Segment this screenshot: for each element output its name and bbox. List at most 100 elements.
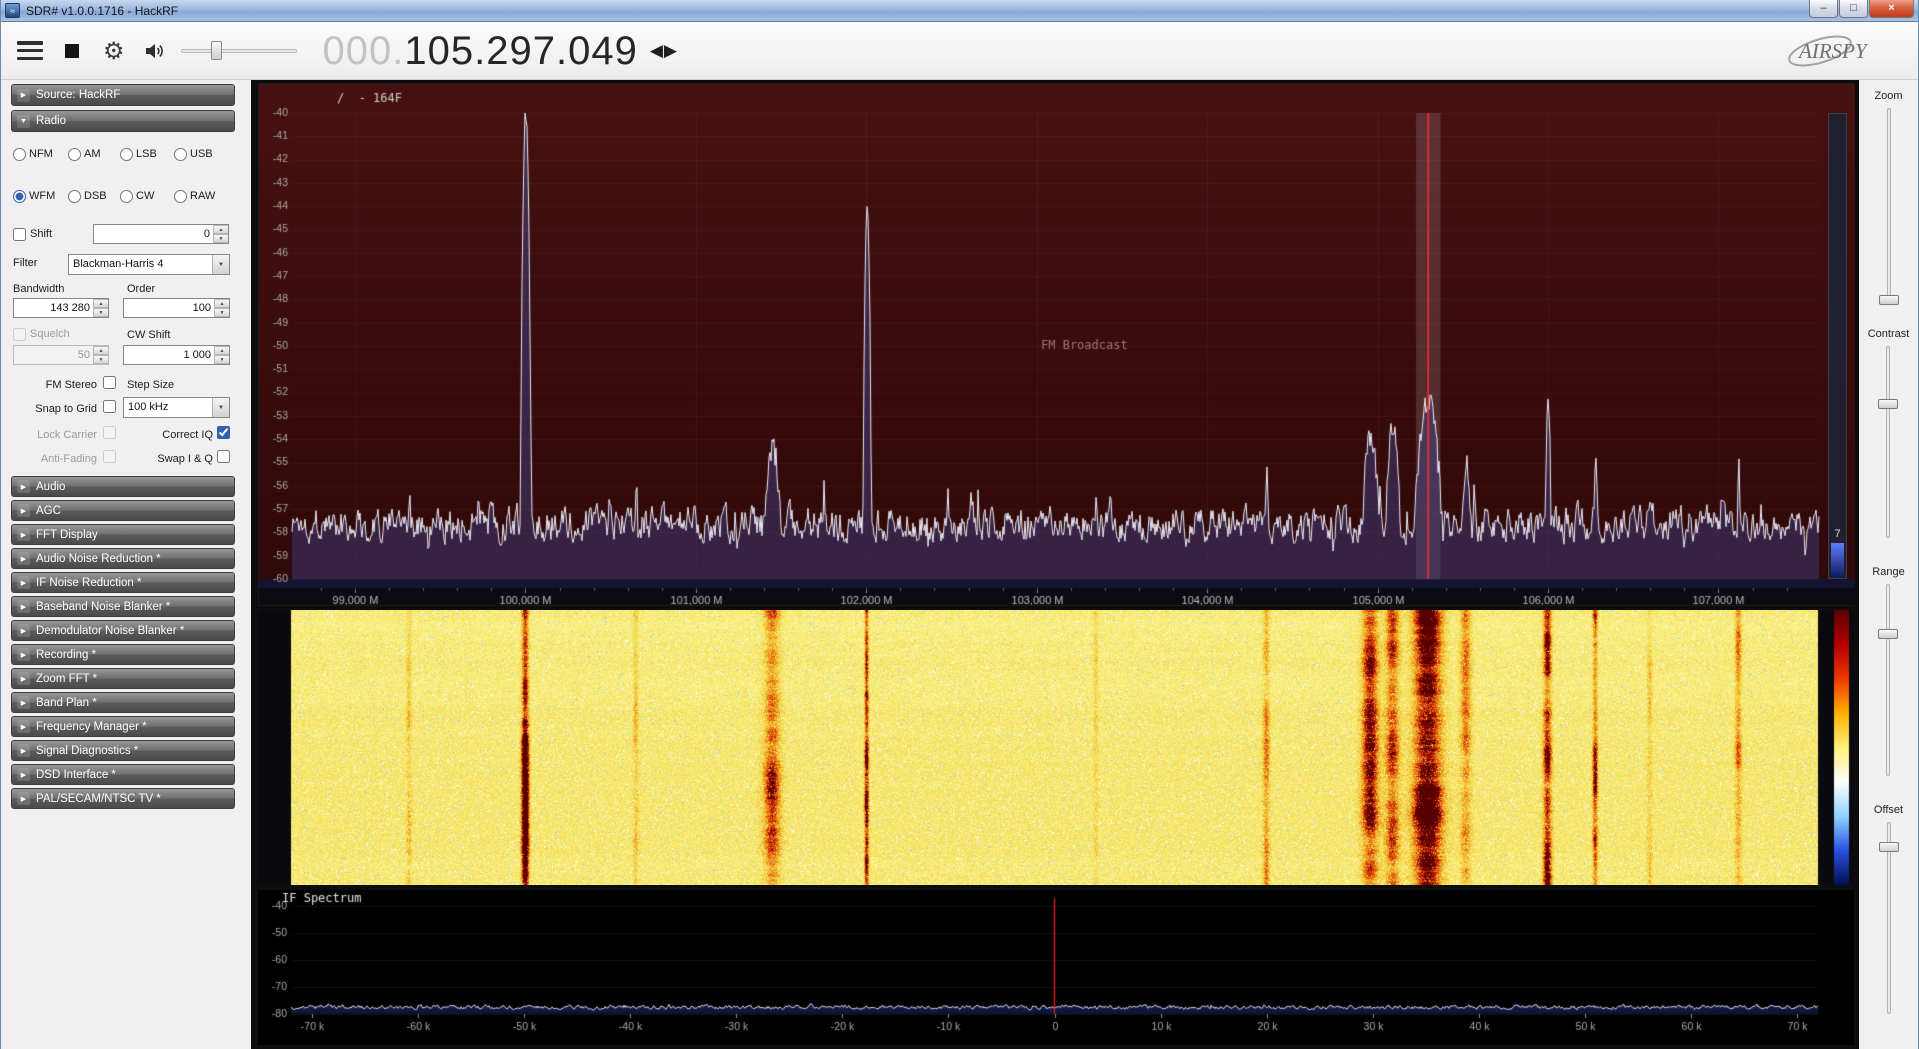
mode-cw[interactable]: CW	[120, 190, 174, 203]
close-button[interactable]: ×	[1869, 0, 1914, 18]
mode-usb[interactable]: USB	[174, 148, 222, 161]
mode-usb-radio[interactable]	[174, 148, 187, 161]
stop-button[interactable]	[65, 44, 79, 58]
correct-iq-checkbox[interactable]	[217, 426, 230, 439]
titlebar: ≈ SDR# v1.0.0.1716 - HackRF – □ ×	[1, 0, 1918, 22]
panel-fft-display[interactable]: ▶FFT Display	[11, 524, 235, 545]
shift-input[interactable]: 0 ▲ ▼	[93, 224, 229, 244]
mode-am-radio[interactable]	[68, 148, 81, 161]
panel-recording[interactable]: ▶Recording *	[11, 644, 235, 665]
mode-cw-radio[interactable]	[120, 190, 133, 203]
panel-baseband-noise-blanker[interactable]: ▶Baseband Noise Blanker *	[11, 596, 235, 617]
bandwidth-input[interactable]: 143 280 ▲ ▼	[13, 298, 109, 318]
filter-dropdown[interactable]: Blackman-Harris 4 ▼	[68, 254, 230, 275]
panel-if-noise-reduction[interactable]: ▶IF Noise Reduction *	[11, 572, 235, 593]
mode-lsb-radio[interactable]	[120, 148, 133, 161]
frequency-step-up-icon[interactable]: ▶	[664, 41, 677, 61]
panel-demodulator-noise-blanker[interactable]: ▶Demodulator Noise Blanker *	[11, 620, 235, 641]
audio-mute-button[interactable]	[143, 40, 167, 62]
maximize-icon: □	[1850, 3, 1857, 14]
contrast-slider[interactable]	[1877, 346, 1899, 538]
cw-shift-input[interactable]: 1 000 ▲ ▼	[123, 345, 230, 365]
spin-up-button[interactable]: ▲	[93, 299, 108, 308]
panel-dsd-interface[interactable]: ▶ DSD Interface *	[11, 764, 235, 785]
bandwidth-label: Bandwidth	[13, 282, 64, 296]
squelch-checkbox[interactable]	[13, 328, 26, 341]
shift-toggle[interactable]: Shift	[13, 226, 52, 242]
minimize-icon: –	[1820, 3, 1826, 14]
expand-arrow-icon: ▶	[17, 768, 30, 781]
panel-frequency-manager[interactable]: ▶Frequency Manager *	[11, 716, 235, 737]
spin-up-button[interactable]: ▲	[214, 346, 229, 355]
expand-arrow-icon: ▶	[17, 552, 30, 565]
expand-arrow-icon: ▶	[17, 672, 30, 685]
zoom-slider[interactable]	[1878, 108, 1900, 300]
panel-label: DSD Interface *	[36, 769, 116, 781]
panel-audio-noise-reduction[interactable]: ▶Audio Noise Reduction *	[11, 548, 235, 569]
lock-carrier-checkbox[interactable]	[103, 426, 116, 439]
spectrum-canvas[interactable]	[259, 84, 1855, 605]
spin-down-button[interactable]: ▼	[214, 308, 229, 317]
spin-down-button[interactable]: ▼	[213, 234, 228, 243]
mode-lsb-label: LSB	[136, 148, 157, 160]
panel-radio[interactable]: ▼ Radio	[11, 110, 235, 132]
mode-nfm[interactable]: NFM	[13, 148, 68, 161]
range-slider[interactable]	[1877, 584, 1899, 776]
fm-stereo-checkbox[interactable]	[103, 376, 116, 389]
mode-lsb[interactable]: LSB	[120, 148, 174, 161]
spectrum-scale-strip[interactable]: 7	[1828, 113, 1847, 579]
frequency-leading-zeros[interactable]: 000.	[323, 31, 405, 71]
dropdown-arrow-icon[interactable]: ▼	[212, 398, 229, 417]
offset-slider[interactable]	[1878, 822, 1900, 1014]
panel-label: AGC	[36, 505, 61, 517]
frequency-display[interactable]: 000.105.297.049	[323, 31, 638, 71]
mode-am[interactable]: AM	[68, 148, 120, 161]
volume-slider-thumb[interactable]	[211, 41, 222, 60]
panel-audio[interactable]: ▶Audio	[11, 476, 235, 497]
spin-down-button[interactable]: ▼	[214, 355, 229, 364]
contrast-slider-thumb[interactable]	[1878, 399, 1898, 409]
mode-dsb-radio[interactable]	[68, 190, 81, 203]
spin-up-button[interactable]: ▲	[213, 225, 228, 234]
panel-signal-diagnostics[interactable]: ▶Signal Diagnostics *	[11, 740, 235, 761]
maximize-button[interactable]: □	[1839, 0, 1868, 18]
panel-source[interactable]: ▶ Source: HackRF	[11, 84, 235, 106]
dropdown-arrow-icon[interactable]: ▼	[212, 255, 229, 274]
panel-pal-secam-ntsc-tv[interactable]: ▶PAL/SECAM/NTSC TV *	[11, 788, 235, 809]
panel-band-plan[interactable]: ▶Band Plan *	[11, 692, 235, 713]
range-slider-thumb[interactable]	[1878, 629, 1898, 639]
waterfall-canvas[interactable]	[258, 610, 1854, 885]
panel-agc[interactable]: ▶AGC	[11, 500, 235, 521]
spin-down-button[interactable]: ▼	[93, 308, 108, 317]
order-input[interactable]: 100 ▲ ▼	[123, 298, 230, 318]
mode-raw-radio[interactable]	[174, 190, 187, 203]
order-label: Order	[127, 282, 155, 296]
zoom-slider-thumb[interactable]	[1879, 295, 1899, 305]
volume-slider[interactable]	[181, 40, 297, 62]
anti-fading-checkbox[interactable]	[103, 450, 116, 463]
minimize-button[interactable]: –	[1809, 0, 1838, 18]
panel-zoom-fft[interactable]: ▶Zoom FFT *	[11, 668, 235, 689]
mode-wfm-radio[interactable]	[13, 190, 26, 203]
mode-raw[interactable]: RAW	[174, 190, 222, 203]
step-size-dropdown[interactable]: 100 kHz ▼	[123, 397, 230, 418]
settings-button[interactable]: ⚙	[103, 37, 125, 65]
snap-to-grid-checkbox[interactable]	[103, 400, 116, 413]
order-value: 100	[124, 299, 214, 317]
menu-button[interactable]	[17, 41, 43, 60]
expand-arrow-icon: ▶	[17, 720, 30, 733]
spin-up-button[interactable]: ▲	[214, 299, 229, 308]
order-spinner: ▲ ▼	[214, 299, 229, 317]
frequency-value[interactable]: 105.297.049	[404, 31, 637, 71]
shift-value: 0	[94, 225, 213, 243]
offset-slider-thumb[interactable]	[1879, 842, 1899, 852]
squelch-toggle[interactable]: Squelch	[13, 326, 70, 342]
mode-wfm[interactable]: WFM	[13, 190, 68, 203]
window-buttons: – □ ×	[1809, 0, 1914, 18]
swap-iq-checkbox[interactable]	[217, 450, 230, 463]
mode-dsb[interactable]: DSB	[68, 190, 120, 203]
shift-checkbox[interactable]	[13, 228, 26, 241]
bandwidth-value: 143 280	[14, 299, 93, 317]
mode-nfm-radio[interactable]	[13, 148, 26, 161]
frequency-step-down-icon[interactable]: ◀	[650, 41, 663, 61]
